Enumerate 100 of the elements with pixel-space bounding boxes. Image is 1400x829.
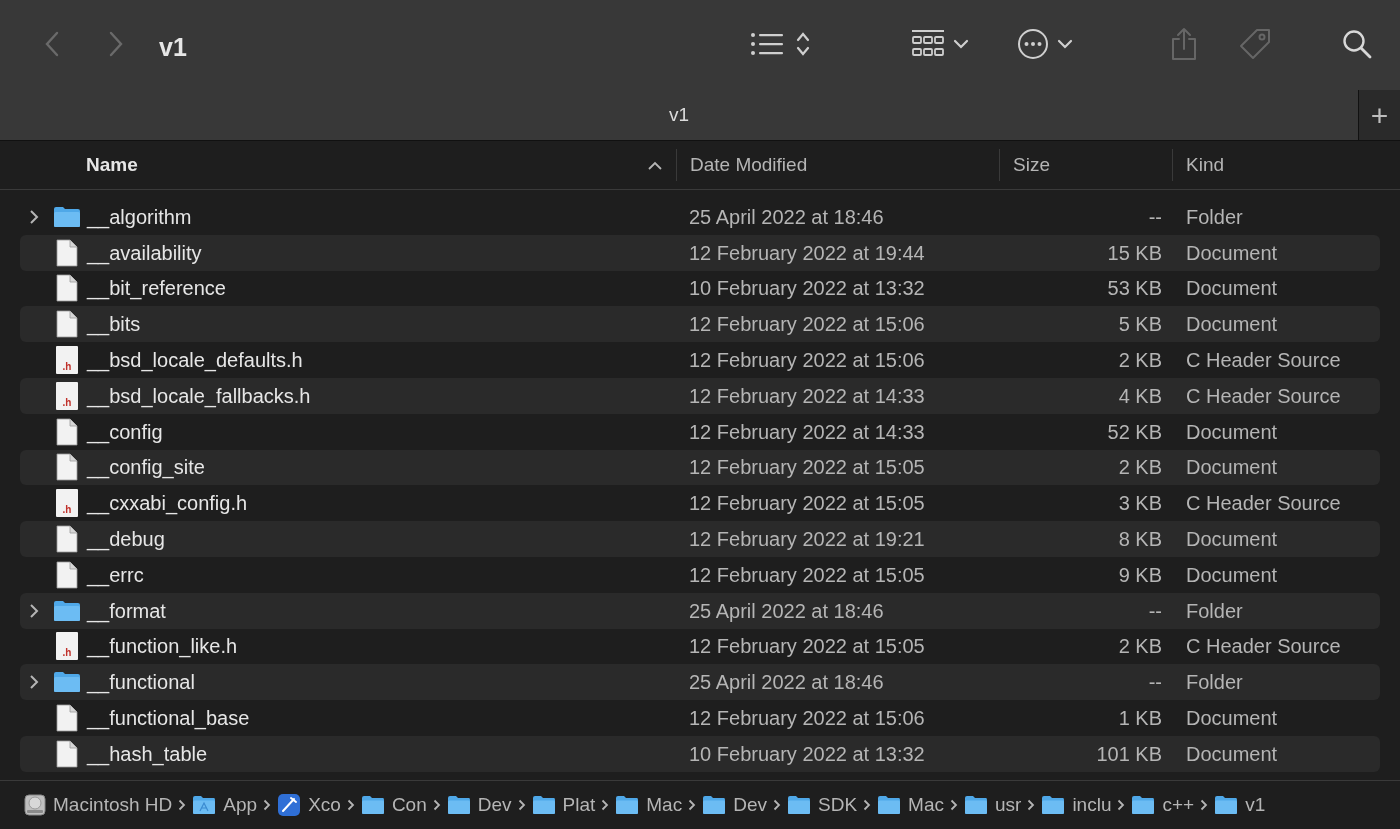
path-item[interactable]: Mac xyxy=(877,790,944,820)
up-down-icon xyxy=(796,31,810,57)
date-modified: 12 February 2022 at 14:33 xyxy=(689,384,925,407)
path-item[interactable]: App xyxy=(192,790,258,820)
ellipsis-circle-icon xyxy=(1017,28,1049,60)
hammer-app-icon xyxy=(277,793,302,817)
date-modified: 12 February 2022 at 19:21 xyxy=(689,528,925,551)
file-name: __bsd_locale_defaults.h xyxy=(87,348,303,374)
file-size: 1 KB xyxy=(1118,706,1162,732)
chevron-down-icon xyxy=(1057,39,1073,49)
document-icon xyxy=(56,453,78,482)
document-icon xyxy=(56,739,78,768)
folder-icon xyxy=(1041,795,1066,815)
path-item[interactable]: Con xyxy=(360,790,427,820)
path-item[interactable]: Xco xyxy=(277,790,341,820)
chevron-right-icon xyxy=(432,799,441,811)
file-name: __hash_table xyxy=(87,741,208,768)
chevron-right-icon xyxy=(688,799,697,811)
file-name: __algorithm xyxy=(87,204,192,231)
file-size: -- xyxy=(1148,204,1162,230)
file-name: __errc xyxy=(87,562,144,589)
path-item[interactable]: SDK xyxy=(787,790,858,820)
grid-icon xyxy=(911,29,945,59)
file-size: 8 KB xyxy=(1118,527,1162,553)
header-file-icon: .h xyxy=(56,489,78,518)
chevron-right-icon xyxy=(950,799,958,811)
path-item[interactable]: v1 xyxy=(1214,790,1266,820)
date-modified: 25 April 2022 at 18:46 xyxy=(689,599,884,622)
chevron-right-icon xyxy=(517,799,526,811)
chevron-right-icon xyxy=(346,799,355,811)
file-size: -- xyxy=(1148,598,1162,624)
date-modified: 10 February 2022 at 13:32 xyxy=(689,742,925,765)
column-header[interactable]: Name xyxy=(86,150,138,180)
path-item[interactable]: Macintosh HD xyxy=(24,790,173,820)
path-item[interactable]: Mac xyxy=(615,790,683,820)
date-modified: 12 February 2022 at 14:33 xyxy=(689,420,925,443)
document-icon xyxy=(56,310,78,339)
file-kind: C Header Source xyxy=(1186,635,1341,658)
chevron-right-icon[interactable] xyxy=(29,675,39,690)
chevron-right-icon xyxy=(1027,799,1036,811)
header-file-icon: .h xyxy=(56,381,78,410)
column-header[interactable]: Size xyxy=(1013,150,1050,180)
more-button[interactable] xyxy=(1017,28,1073,60)
file-name: __functional xyxy=(87,670,195,696)
date-modified: 10 February 2022 at 13:32 xyxy=(689,277,925,300)
column-header[interactable]: Kind xyxy=(1186,150,1225,180)
file-kind: Document xyxy=(1186,277,1278,300)
folder-icon xyxy=(53,599,81,622)
file-name: __format xyxy=(87,598,166,625)
file-name: __availability xyxy=(87,240,202,267)
file-size: 52 KB xyxy=(1107,419,1162,445)
file-size: 4 KB xyxy=(1118,383,1162,409)
chevron-right-icon[interactable] xyxy=(29,209,39,224)
file-size: 3 KB xyxy=(1118,491,1162,517)
chevron-right-icon xyxy=(601,799,610,811)
file-kind: Document xyxy=(1186,241,1278,264)
file-size: 2 KB xyxy=(1118,348,1162,374)
file-kind: C Header Source xyxy=(1186,492,1341,515)
file-name: __config xyxy=(87,419,163,446)
search-button[interactable] xyxy=(1341,28,1373,60)
file-kind: Folder xyxy=(1186,671,1243,694)
chevron-right-icon[interactable] xyxy=(29,603,39,618)
date-modified: 12 February 2022 at 15:05 xyxy=(689,456,925,479)
path-item[interactable]: usr xyxy=(964,790,1022,820)
date-modified: 25 April 2022 at 18:46 xyxy=(689,671,884,694)
file-kind: Document xyxy=(1186,528,1278,551)
file-name: __debug xyxy=(87,527,165,553)
path-item[interactable]: Dev xyxy=(702,790,767,820)
folder-icon xyxy=(360,795,385,815)
path-item[interactable]: Plat xyxy=(531,790,596,820)
chevron-right-icon xyxy=(263,799,272,811)
document-icon xyxy=(56,525,78,554)
file-name: __bsd_locale_fallbacks.h xyxy=(87,383,311,410)
header-file-icon: .h xyxy=(56,346,78,375)
document-icon xyxy=(56,560,78,589)
file-size: 2 KB xyxy=(1118,455,1162,481)
path-item[interactable]: Dev xyxy=(446,790,512,820)
path-item[interactable]: inclu xyxy=(1041,790,1112,820)
folder-icon xyxy=(53,671,81,694)
file-kind: C Header Source xyxy=(1186,349,1341,372)
file-name: __function_like.h xyxy=(87,634,238,660)
file-size: 2 KB xyxy=(1118,634,1162,660)
new-tab-button[interactable]: + xyxy=(1358,90,1400,140)
file-kind: Document xyxy=(1186,563,1278,586)
date-modified: 12 February 2022 at 15:06 xyxy=(689,707,925,730)
folder-icon xyxy=(1131,795,1156,815)
date-modified: 12 February 2022 at 15:06 xyxy=(689,313,925,336)
column-header[interactable]: Date Modified xyxy=(690,150,808,180)
file-kind: C Header Source xyxy=(1186,384,1341,407)
file-name: __bit_reference xyxy=(87,276,226,302)
file-kind: Document xyxy=(1186,456,1278,479)
chevron-right-icon xyxy=(1117,799,1126,811)
folder-icon xyxy=(964,795,988,815)
folder-icon xyxy=(702,795,727,815)
applications-folder-icon xyxy=(192,795,217,815)
path-item[interactable]: c++ xyxy=(1131,790,1195,820)
date-modified: 12 February 2022 at 15:06 xyxy=(689,349,925,372)
chevron-right-icon xyxy=(1200,799,1209,811)
file-name: __config_site xyxy=(87,455,205,481)
date-modified: 12 February 2022 at 15:05 xyxy=(689,563,925,586)
